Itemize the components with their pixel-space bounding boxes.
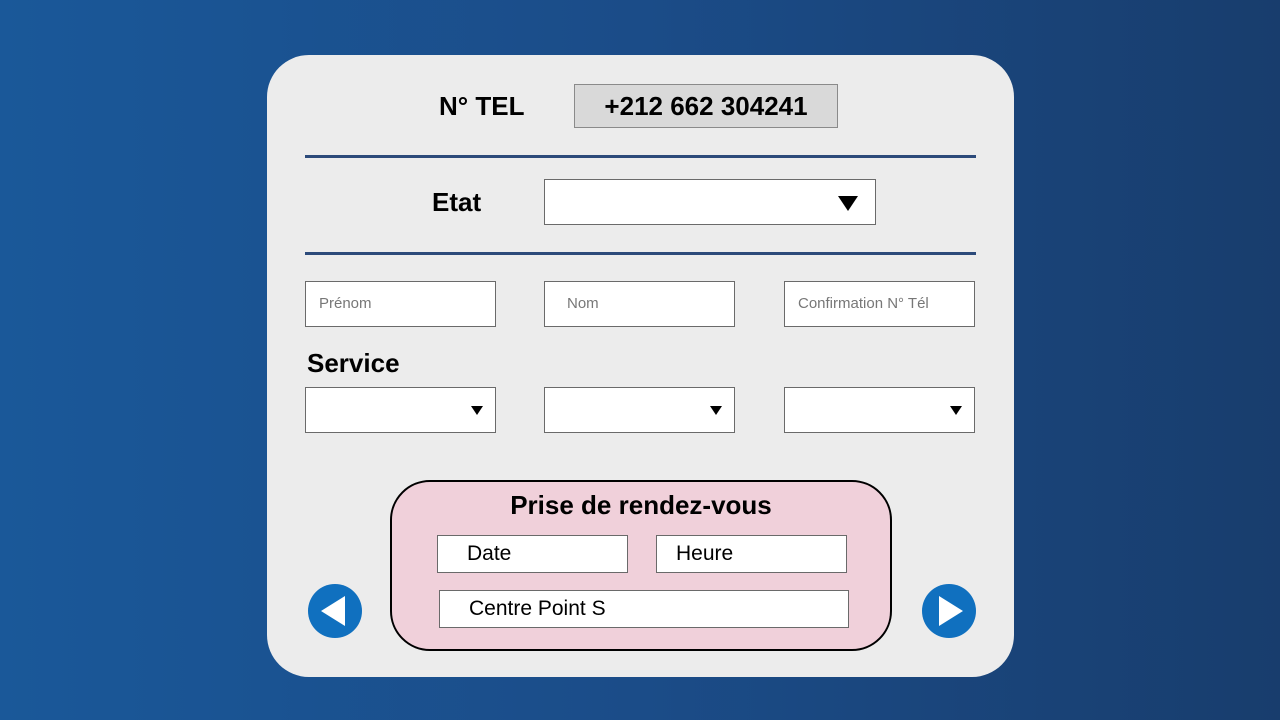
phone-confirmation-field[interactable]: Confirmation N° Tél <box>784 281 975 327</box>
arrow-right-icon <box>939 596 963 626</box>
etat-select[interactable] <box>544 179 876 225</box>
service-select-2[interactable] <box>544 387 735 433</box>
prenom-field[interactable]: Prénom <box>305 281 496 327</box>
phone-label: N° TEL <box>439 91 525 121</box>
dropdown-arrow-icon <box>950 406 962 415</box>
centre-field[interactable]: Centre Point S <box>439 590 849 628</box>
form-card: N° TEL +212 662 304241 Etat Prénom Nom C… <box>267 55 1014 677</box>
phone-number-display: +212 662 304241 <box>574 84 838 128</box>
appointment-title: Prise de rendez-vous <box>510 490 772 520</box>
divider-middle <box>305 252 976 255</box>
etat-label: Etat <box>432 187 482 217</box>
service-select-1[interactable] <box>305 387 496 433</box>
divider-top <box>305 155 976 158</box>
arrow-left-icon <box>321 596 345 626</box>
service-select-3[interactable] <box>784 387 975 433</box>
nom-field[interactable]: Nom <box>544 281 735 327</box>
dropdown-arrow-icon <box>838 196 858 211</box>
dropdown-arrow-icon <box>710 406 722 415</box>
previous-button[interactable] <box>308 584 362 638</box>
date-field[interactable]: Date <box>437 535 628 573</box>
service-label: Service <box>307 348 400 378</box>
time-field[interactable]: Heure <box>656 535 847 573</box>
next-button[interactable] <box>922 584 976 638</box>
dropdown-arrow-icon <box>471 406 483 415</box>
appointment-panel: Prise de rendez-vous Date Heure Centre P… <box>390 480 892 651</box>
